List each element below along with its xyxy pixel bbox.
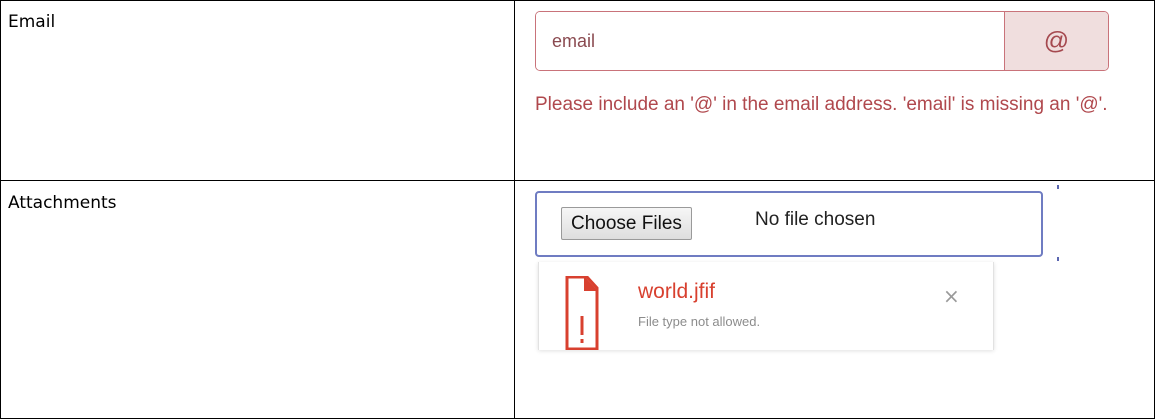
email-input[interactable] bbox=[536, 12, 1004, 70]
table-row-divider bbox=[0, 180, 1155, 181]
focus-edge-mark bbox=[1057, 257, 1059, 261]
file-name: world.jfif bbox=[638, 280, 716, 303]
file-list-item: world.jfif File type not allowed. × bbox=[538, 262, 994, 350]
remove-file-icon[interactable]: × bbox=[943, 284, 960, 308]
table-border-left bbox=[0, 0, 1, 419]
table-border-top bbox=[0, 0, 1155, 1]
file-error-icon bbox=[565, 276, 599, 350]
choose-files-button[interactable]: Choose Files bbox=[561, 207, 692, 240]
form-table: Email Attachments @ Please include an '@… bbox=[0, 0, 1155, 419]
email-validation-error: Please include an '@' in the email addre… bbox=[535, 94, 1108, 115]
email-input-group: @ bbox=[535, 11, 1109, 71]
at-sign-icon: @ bbox=[1043, 26, 1070, 55]
file-status-text: No file chosen bbox=[755, 209, 876, 230]
file-error-message: File type not allowed. bbox=[638, 314, 761, 329]
file-input-box[interactable]: Choose Files No file chosen bbox=[535, 191, 1043, 257]
at-sign-addon: @ bbox=[1004, 12, 1108, 70]
table-column-divider bbox=[514, 0, 515, 419]
attachments-row-label: Attachments bbox=[8, 193, 117, 213]
email-row-label: Email bbox=[8, 12, 56, 32]
focus-edge-mark bbox=[1057, 185, 1059, 189]
